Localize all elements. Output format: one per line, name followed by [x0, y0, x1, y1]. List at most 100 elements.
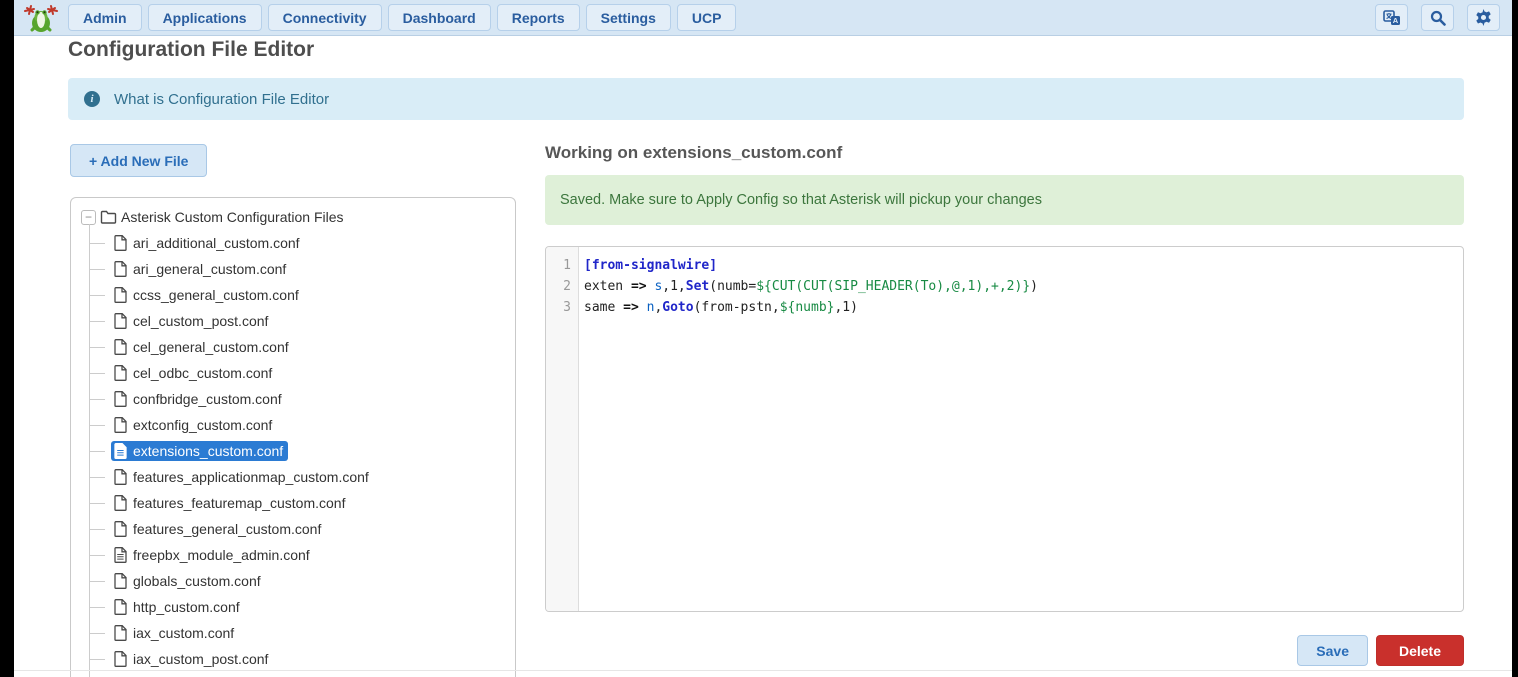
nav-item-connectivity[interactable]: Connectivity	[268, 4, 382, 31]
tree-file-label[interactable]: features_general_custom.conf	[133, 521, 321, 537]
line-number: 3	[546, 297, 579, 318]
editor-content[interactable]: 1[from-signalwire]2exten => s,1,Set(numb…	[546, 255, 1463, 318]
tree-file-label[interactable]: ari_additional_custom.conf	[133, 235, 300, 251]
tree-file-node[interactable]: ccss_general_custom.conf	[111, 285, 304, 305]
tree-file-node[interactable]: cel_odbc_custom.conf	[111, 363, 277, 383]
file-icon	[114, 313, 127, 329]
collapse-toggle-icon[interactable]: −	[81, 210, 96, 225]
tree-file-node-selected[interactable]: extensions_custom.conf	[111, 441, 288, 461]
line-number: 1	[546, 255, 579, 276]
file-icon	[114, 625, 127, 641]
nav-item-dashboard[interactable]: Dashboard	[388, 4, 491, 31]
code-line[interactable]: 3same => n,Goto(from-pstn,${numb},1)	[546, 297, 1463, 318]
tree-file-item: extconfig_custom.conf	[89, 412, 515, 438]
tree-file-item: features_applicationmap_custom.conf	[89, 464, 515, 490]
tree-file-label[interactable]: globals_custom.conf	[133, 573, 261, 589]
tree-file-label[interactable]: features_featuremap_custom.conf	[133, 495, 345, 511]
info-banner[interactable]: i What is Configuration File Editor	[68, 78, 1464, 120]
tree-file-node[interactable]: features_general_custom.conf	[111, 519, 326, 539]
tree-file-node[interactable]: features_applicationmap_custom.conf	[111, 467, 374, 487]
code-text: same => n,Goto(from-pstn,${numb},1)	[579, 297, 858, 318]
svg-text:A: A	[1392, 16, 1398, 25]
file-text-icon	[114, 547, 127, 563]
save-button[interactable]: Save	[1297, 635, 1368, 666]
code-line[interactable]: 2exten => s,1,Set(numb=${CUT(CUT(SIP_HEA…	[546, 276, 1463, 297]
success-banner: Saved. Make sure to Apply Config so that…	[545, 175, 1464, 225]
tree-file-label[interactable]: ari_general_custom.conf	[133, 261, 286, 277]
language-icon: A	[1383, 10, 1401, 26]
tree-file-item: freepbx_module_admin.conf	[89, 542, 515, 568]
tree-file-item: ari_general_custom.conf	[89, 256, 515, 282]
editor-action-buttons: Save Delete	[545, 635, 1464, 666]
info-banner-text: What is Configuration File Editor	[114, 91, 329, 108]
file-text-icon	[114, 443, 127, 459]
footer-divider	[14, 670, 1512, 671]
tree-file-node[interactable]: ari_additional_custom.conf	[111, 233, 305, 253]
nav-item-admin[interactable]: Admin	[68, 4, 142, 31]
tree-file-node[interactable]: freepbx_module_admin.conf	[111, 545, 315, 565]
file-icon	[114, 235, 127, 251]
tree-file-node[interactable]: iax_custom.conf	[111, 623, 239, 643]
working-on-heading: Working on extensions_custom.conf	[545, 143, 842, 163]
tree-root-label[interactable]: Asterisk Custom Configuration Files	[121, 209, 344, 225]
tree-file-label[interactable]: iax_custom_post.conf	[133, 651, 268, 667]
tree-file-list: ari_additional_custom.conf ari_general_cu…	[89, 230, 515, 677]
tree-root-node[interactable]: − Asterisk Custom Configuration Files	[81, 204, 515, 230]
topbar-icon-buttons: A	[1375, 4, 1500, 31]
file-icon	[114, 469, 127, 485]
freepbx-frog-logo[interactable]	[22, 3, 60, 33]
nav-item-applications[interactable]: Applications	[148, 4, 262, 31]
tree-file-node[interactable]: http_custom.conf	[111, 597, 245, 617]
file-icon	[114, 599, 127, 615]
code-line[interactable]: 1[from-signalwire]	[546, 255, 1463, 276]
tree-file-label[interactable]: features_applicationmap_custom.conf	[133, 469, 369, 485]
folder-icon	[100, 210, 117, 224]
tree-file-item: extensions_custom.conf	[89, 438, 515, 464]
code-editor[interactable]: 1[from-signalwire]2exten => s,1,Set(numb…	[545, 246, 1464, 612]
file-icon	[114, 417, 127, 433]
settings-button[interactable]	[1467, 4, 1500, 31]
tree-file-item: cel_custom_post.conf	[89, 308, 515, 334]
tree-file-label[interactable]: cel_general_custom.conf	[133, 339, 289, 355]
nav-item-settings[interactable]: Settings	[586, 4, 671, 31]
delete-button[interactable]: Delete	[1376, 635, 1464, 666]
file-icon	[114, 521, 127, 537]
tree-file-node[interactable]: globals_custom.conf	[111, 571, 266, 591]
tree-file-label[interactable]: http_custom.conf	[133, 599, 240, 615]
tree-file-node[interactable]: cel_general_custom.conf	[111, 337, 294, 357]
tree-file-node[interactable]: cel_custom_post.conf	[111, 311, 273, 331]
tree-file-label[interactable]: iax_custom.conf	[133, 625, 234, 641]
tree-file-label[interactable]: ccss_general_custom.conf	[133, 287, 299, 303]
top-nav-bar: AdminApplicationsConnectivityDashboardRe…	[14, 0, 1512, 36]
info-icon: i	[84, 91, 100, 107]
file-icon	[114, 365, 127, 381]
gear-icon	[1475, 9, 1492, 26]
config-file-tree-panel: − Asterisk Custom Configuration Files ar…	[70, 197, 516, 677]
tree-file-label[interactable]: extconfig_custom.conf	[133, 417, 272, 433]
tree-file-item: http_custom.conf	[89, 594, 515, 620]
tree-file-node[interactable]: confbridge_custom.conf	[111, 389, 287, 409]
file-icon	[114, 573, 127, 589]
nav-item-reports[interactable]: Reports	[497, 4, 580, 31]
search-button[interactable]	[1421, 4, 1454, 31]
tree-file-label[interactable]: extensions_custom.conf	[133, 443, 283, 459]
tree-file-label[interactable]: cel_custom_post.conf	[133, 313, 268, 329]
tree-file-label[interactable]: cel_odbc_custom.conf	[133, 365, 272, 381]
tree-file-node[interactable]: ari_general_custom.conf	[111, 259, 291, 279]
tree-file-node[interactable]: iax_custom_post.conf	[111, 649, 273, 669]
tree-file-item: cel_odbc_custom.conf	[89, 360, 515, 386]
main-menu: AdminApplicationsConnectivityDashboardRe…	[68, 4, 736, 31]
language-button[interactable]: A	[1375, 4, 1408, 31]
code-text: exten => s,1,Set(numb=${CUT(CUT(SIP_HEAD…	[579, 276, 1038, 297]
add-new-file-button[interactable]: + Add New File	[70, 144, 207, 177]
tree-file-item: features_featuremap_custom.conf	[89, 490, 515, 516]
tree-file-node[interactable]: extconfig_custom.conf	[111, 415, 277, 435]
tree-file-item	[89, 672, 515, 677]
tree-file-label[interactable]: freepbx_module_admin.conf	[133, 547, 310, 563]
file-icon	[114, 287, 127, 303]
search-icon	[1430, 10, 1446, 26]
nav-item-ucp[interactable]: UCP	[677, 4, 737, 31]
tree-file-node[interactable]: features_featuremap_custom.conf	[111, 493, 350, 513]
line-number: 2	[546, 276, 579, 297]
tree-file-label[interactable]: confbridge_custom.conf	[133, 391, 282, 407]
